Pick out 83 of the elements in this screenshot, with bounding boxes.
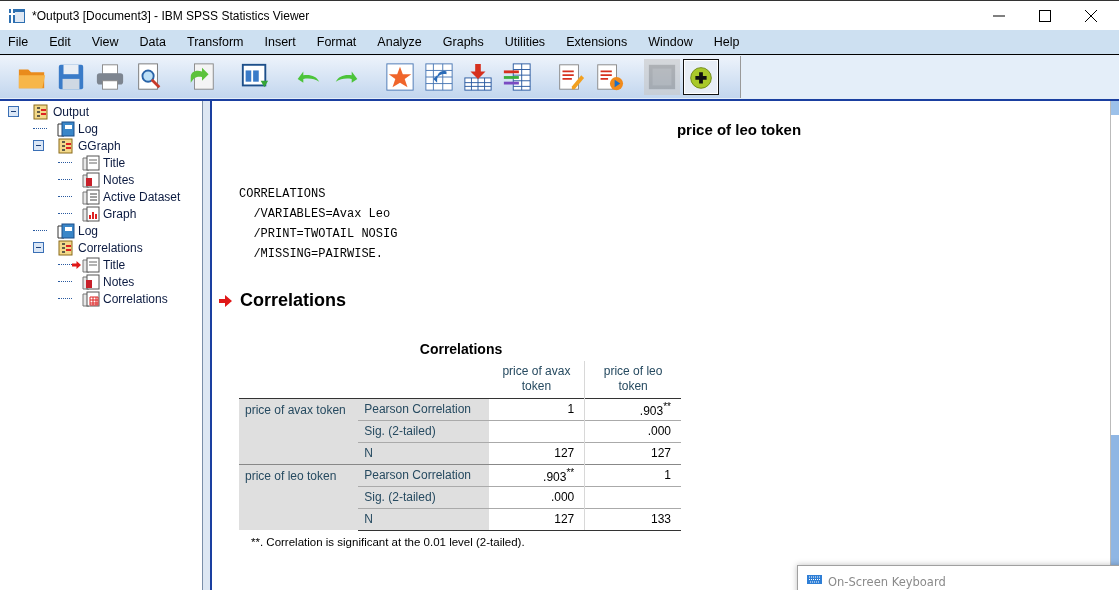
menu-item[interactable]: View: [91, 35, 129, 49]
row-header: Sig. (2-tailed): [358, 420, 489, 442]
keyboard-window[interactable]: On-Screen Keyboard: [797, 565, 1119, 590]
tree-item[interactable]: GGraph: [78, 138, 121, 153]
app-icon: [8, 6, 26, 25]
table-cell: .000: [584, 420, 681, 442]
menu-item[interactable]: Transform: [187, 35, 254, 49]
printer-icon: [95, 61, 125, 93]
notes-page-icon: [82, 171, 100, 188]
keyboard-icon: [807, 575, 822, 584]
bars-table-icon: [502, 61, 532, 93]
tree-item[interactable]: Log: [78, 223, 99, 238]
menu-item[interactable]: Analyze: [377, 35, 432, 49]
table-cell: .903$^{**}$: [584, 398, 681, 420]
notes-page-icon: [82, 273, 100, 290]
keyboard-window-title: On-Screen Keyboard: [828, 575, 946, 589]
collapse-toggle[interactable]: [33, 140, 44, 151]
column-header: price of leo token: [584, 361, 681, 398]
menu-item[interactable]: Graphs: [442, 35, 494, 49]
table-cell: 133: [584, 508, 681, 530]
menu-item[interactable]: Window: [648, 35, 703, 49]
folder-node-icon: [57, 239, 75, 256]
table-cell: .000: [488, 486, 585, 508]
title-page-icon: [82, 154, 100, 171]
document-page-icon: [82, 188, 100, 205]
row-header: price of avax token: [239, 398, 359, 464]
row-header: price of leo token: [239, 464, 359, 530]
star-table-icon: [385, 61, 415, 93]
table-cell: 1: [584, 464, 681, 486]
tree-item[interactable]: Notes: [103, 274, 135, 289]
chart-title: price of leo token: [675, 121, 803, 138]
table-cell: 127: [584, 442, 681, 464]
title-page-icon: [82, 256, 100, 273]
folder-node-icon: [57, 137, 75, 154]
pane-splitter[interactable]: [203, 101, 212, 590]
table-cell: .903$^{**}$: [488, 464, 585, 486]
tree-item[interactable]: Title: [103, 155, 126, 170]
menu-item[interactable]: Help: [713, 35, 750, 49]
menu-item[interactable]: Edit: [49, 35, 81, 49]
book-icon: [57, 222, 75, 239]
tree-item[interactable]: Notes: [103, 172, 135, 187]
tree-item[interactable]: Correlations: [103, 291, 168, 306]
section-heading: Correlations: [240, 290, 347, 311]
document-play-icon: [594, 61, 624, 93]
book-icon: [57, 120, 75, 137]
tree-item[interactable]: Output: [53, 104, 90, 119]
syntax-line: /MISSING=PAIRWISE.: [252, 246, 385, 263]
row-header: Pearson Correlation: [358, 398, 489, 420]
tree-item[interactable]: Title: [103, 257, 126, 272]
table-footnote: **. Correlation is significant at the 0.01 level (2-tailed).: [250, 535, 526, 548]
folder-node-icon: [32, 103, 50, 120]
row-header: Sig. (2-tailed): [358, 486, 489, 508]
table-arrow-icon: [424, 61, 454, 93]
menu-item[interactable]: Format: [316, 35, 367, 49]
row-header: Pearson Correlation: [358, 464, 489, 486]
row-header: N: [358, 442, 489, 464]
menu-item[interactable]: Extensions: [566, 35, 638, 49]
syntax-line: CORRELATIONS: [239, 186, 327, 203]
column-header: price of avax token: [488, 361, 585, 398]
table-page-icon: [82, 290, 100, 307]
row-header: N: [358, 508, 489, 530]
collapse-toggle[interactable]: [33, 242, 44, 253]
table-cell: 127: [488, 442, 585, 464]
window-title: *Output3 [Document3] - IBM SPSS Statistics Viewer: [32, 8, 311, 23]
tree-item[interactable]: Correlations: [78, 240, 143, 255]
bar-chart-page-icon: [82, 205, 100, 222]
collapse-toggle[interactable]: [8, 106, 19, 117]
menu-item[interactable]: Insert: [264, 35, 306, 49]
maximize-icon[interactable]: [1039, 9, 1051, 22]
menu-item[interactable]: Utilities: [504, 35, 556, 49]
syntax-line: /VARIABLES=Avax Leo: [252, 206, 392, 223]
tree-item[interactable]: Active Dataset: [103, 189, 181, 204]
menu-item[interactable]: File: [8, 35, 39, 49]
close-icon[interactable]: [1085, 9, 1097, 22]
toolbar-button[interactable]: [683, 59, 719, 95]
menu-item[interactable]: Data: [139, 35, 176, 49]
table-title: Correlations: [418, 341, 504, 357]
tree-item[interactable]: Log: [78, 121, 99, 136]
syntax-line: /PRINT=TWOTAIL NOSIG: [252, 226, 399, 243]
tree-item[interactable]: Graph: [103, 206, 137, 221]
table-cell: 1: [488, 398, 585, 420]
table-down-arrow-icon: [463, 61, 493, 93]
table-cell: 127: [488, 508, 585, 530]
